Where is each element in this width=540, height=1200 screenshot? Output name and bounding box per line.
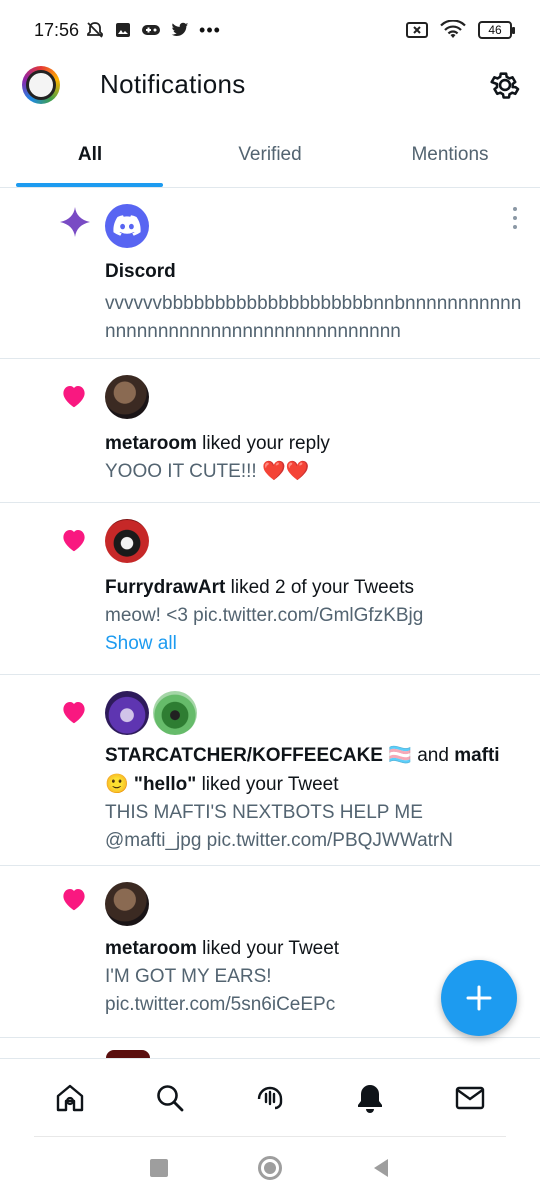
back-triangle-icon[interactable] [372,1158,390,1178]
image-icon [116,23,131,37]
profile-avatar-image [26,70,56,100]
user-avatar[interactable] [105,375,149,419]
twitter-icon [171,22,189,36]
discord-avatar[interactable] [105,204,149,248]
nav-notifications[interactable] [350,1078,390,1118]
notification-text: FurrydrawArt liked 2 of your Tweets [105,573,528,602]
notification-snippet: vvvvvvbbbbbbbbbbbbbbbbbbbbnnbnnnnnnnnnnn… [105,293,522,342]
notification-text-cont: 🙂 "hello" liked your Tweet [105,770,534,799]
bottom-navigation [0,1058,540,1136]
notification-action: liked your Tweet [196,774,339,795]
notification-item[interactable]: metaroom liked your reply YOOO IT CUTE!!… [0,359,540,503]
notification-item[interactable]: STARCATCHER/KOFFEECAKE 🏳️‍⚧️ and mafti 🙂… [0,675,540,866]
user-avatar[interactable] [105,691,149,735]
home-icon [56,1084,84,1111]
notification-name: STARCATCHER/KOFFEECAKE [105,745,383,766]
nav-spaces[interactable] [250,1078,290,1118]
user-avatar[interactable] [105,882,149,926]
status-bar: 17:56 ••• 46 [0,0,540,60]
heart-icon [57,379,91,413]
notification-item[interactable]: FurrydrawArt liked 2 of your Tweets meow… [0,503,540,675]
notification-text: metaroom liked your reply [105,429,528,458]
status-time: 17:56 [34,19,80,40]
notification-text: STARCATCHER/KOFFEECAKE 🏳️‍⚧️ and mafti [105,741,534,770]
user-avatar-partial [106,1050,150,1058]
messages-envelope-icon [455,1086,485,1109]
compose-tweet-button[interactable] [441,960,517,1036]
search-icon [157,1084,184,1111]
notification-snippet: YOOO IT CUTE!!! ❤️❤️ [105,461,310,482]
more-status-dots: ••• [199,19,221,40]
notification-name-2-suffix: 🙂 "hello" [105,774,197,795]
notification-connector: and [411,745,455,766]
discord-logo-icon [113,215,141,236]
heart-icon [57,695,91,729]
nav-search[interactable] [150,1078,190,1118]
wifi-icon [440,20,466,38]
status-notification-icons: ••• [85,20,221,41]
profile-avatar[interactable] [22,66,60,104]
notification-name: metaroom [105,938,197,959]
trans-flag-icon: 🏳️‍⚧️ [388,745,412,766]
sim-off-icon [406,22,428,38]
notification-text: metaroom liked your Tweet [105,934,528,963]
notification-tabs: All Verified Mentions [0,130,540,188]
spaces-icon [257,1086,283,1109]
nav-messages[interactable] [450,1078,490,1118]
notification-snippet: meow! <3 pic.twitter.com/GmlGfzKBjg [105,605,424,626]
plus-icon [466,985,492,1011]
status-system-icons: 46 [406,20,515,40]
system-navigation-bar [0,1136,540,1200]
page-title: Notifications [100,69,246,99]
notification-text: Discord [105,257,528,286]
recents-square-icon[interactable] [150,1159,168,1177]
heart-icon [57,523,91,557]
settings-gear-icon[interactable] [488,68,522,102]
show-all-link[interactable]: Show all [105,630,528,658]
divider [34,1136,506,1137]
notification-action: liked 2 of your Tweets [225,577,415,598]
notification-snippet: THIS MAFTI'S NEXTBOTS HELP ME @mafti_jpg… [105,802,453,851]
notification-snippet: I'M GOT MY EARS! pic.twitter.com/5sn6iCe… [105,966,336,1015]
nav-home[interactable] [50,1078,90,1118]
tab-verified[interactable]: Verified [180,130,360,187]
notifications-bell-icon [358,1084,382,1113]
battery-icon: 46 [478,21,515,39]
mute-icon [87,22,103,38]
gamepad-icon [142,25,161,35]
user-avatar[interactable] [153,691,197,735]
tab-all[interactable]: All [0,130,180,187]
heart-icon [57,882,91,916]
notification-action: liked your reply [196,433,330,454]
notification-name: FurrydrawArt [105,577,226,598]
notification-action: liked your Tweet [196,938,340,959]
more-options-icon[interactable] [512,207,518,229]
notifications-feed: Discord vvvvvvbbbbbbbbbbbbbbbbbbbbnnbnnn… [0,189,540,1038]
app-header: Notifications [0,60,540,110]
notification-name: metaroom [105,433,197,454]
tab-mentions[interactable]: Mentions [360,130,540,187]
notification-item[interactable]: Discord vvvvvvbbbbbbbbbbbbbbbbbbbbnnbnnn… [0,189,540,359]
sparkle-icon [58,205,92,239]
notification-name: Discord [105,261,176,282]
battery-level: 46 [488,23,502,37]
user-avatar[interactable] [105,519,149,563]
notification-name-2: mafti [454,745,500,766]
home-circle-icon[interactable] [258,1156,282,1180]
